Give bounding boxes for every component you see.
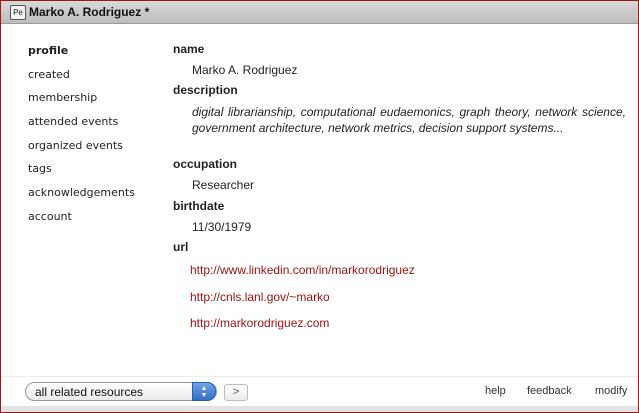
name-label: name <box>173 42 205 56</box>
occupation-value: Researcher <box>192 178 255 192</box>
select-stepper-icon: ▲ ▼ <box>192 382 216 401</box>
title-bar: Pe Marko A. Rodriguez * <box>1 1 638 24</box>
occupation-label: occupation <box>173 157 238 171</box>
bottom-strip <box>1 406 638 412</box>
birthdate-label: birthdate <box>173 199 225 213</box>
modify-link[interactable]: modify <box>595 385 627 397</box>
sidebar-item-created[interactable]: created <box>28 68 168 92</box>
description-label: description <box>173 83 238 97</box>
sidebar-item-account[interactable]: account <box>28 210 168 234</box>
help-link[interactable]: help <box>485 385 506 397</box>
profile-window: Pe Marko A. Rodriguez * profile created … <box>0 0 639 413</box>
sidebar-item-organized-events[interactable]: organized events <box>28 139 168 163</box>
window-title: Marko A. Rodriguez * <box>29 5 150 19</box>
url-link-lanl[interactable]: http://cnls.lanl.gov/~marko <box>190 290 330 304</box>
url-label: url <box>173 240 189 254</box>
sidebar-item-membership[interactable]: membership <box>28 91 168 115</box>
sidebar-item-profile[interactable]: profile <box>28 44 168 68</box>
sidebar-item-acknowledgements[interactable]: acknowledgements <box>28 186 168 210</box>
next-button[interactable]: > <box>224 384 248 401</box>
person-type-icon: Pe <box>10 5 26 20</box>
related-resources-select[interactable]: all related resources ▲ ▼ <box>25 382 217 401</box>
select-value: all related resources <box>35 385 144 399</box>
description-value: digital librarianship, computational eud… <box>192 105 626 135</box>
footer-bar: all related resources ▲ ▼ > help feedback… <box>1 376 638 407</box>
url-link-homepage[interactable]: http://markorodriguez.com <box>190 316 329 330</box>
sidebar-nav: profile created membership attended even… <box>28 44 168 234</box>
sidebar-item-tags[interactable]: tags <box>28 162 168 186</box>
url-link-linkedin[interactable]: http://www.linkedin.com/in/markorodrigue… <box>190 263 415 277</box>
birthdate-value: 11/30/1979 <box>192 220 252 234</box>
name-value: Marko A. Rodriguez <box>192 63 298 77</box>
sidebar-item-attended-events[interactable]: attended events <box>28 115 168 139</box>
feedback-link[interactable]: feedback <box>527 385 572 397</box>
